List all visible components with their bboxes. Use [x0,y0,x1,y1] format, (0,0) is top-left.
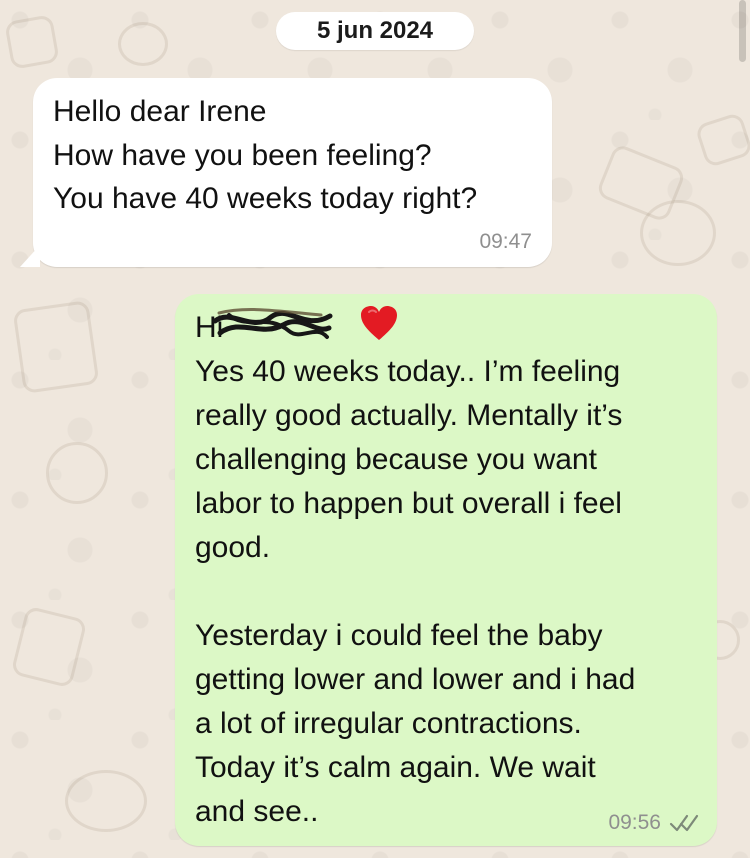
date-separator: 5 jun 2024 [276,12,474,50]
message-line: How have you been feeling? [53,139,432,172]
background-doodle [640,200,716,266]
background-doodle [46,442,108,504]
background-doodle [12,300,100,394]
incoming-message-bubble[interactable]: Hello dear Irene How have you been feeli… [33,78,552,267]
message-line: really good actually. Mentally it’s [195,399,623,432]
message-line: You have 40 weeks today right? [53,182,478,215]
background-doodle [65,770,147,832]
heart-icon [361,306,397,340]
message-line: challenging because you want [195,443,597,476]
background-doodle [118,22,168,66]
message-timestamp: 09:47 [479,230,532,253]
message-line: Hello dear Irene [53,95,267,128]
message-timestamp: 09:56 [608,811,661,834]
scroll-indicator[interactable] [739,0,746,62]
double-check-icon [669,814,699,832]
message-line: good. [195,531,271,564]
message-line: labor to happen but overall i feel [195,487,622,520]
background-doodle [4,14,60,70]
message-line: getting lower and lower and i had [195,663,636,696]
message-line: Today it’s calm again. We wait [195,751,596,784]
outgoing-message-bubble[interactable]: Hi Yes 40 weeks today.. I’m feeling real… [175,294,717,846]
message-line: and see.. [195,795,319,828]
message-line: a lot of irregular contractions. [195,707,582,740]
message-line: Yesterday i could feel the baby [195,619,603,652]
redacted-name-scribble [212,307,333,339]
message-line: Yes 40 weeks today.. I’m feeling [195,355,621,388]
